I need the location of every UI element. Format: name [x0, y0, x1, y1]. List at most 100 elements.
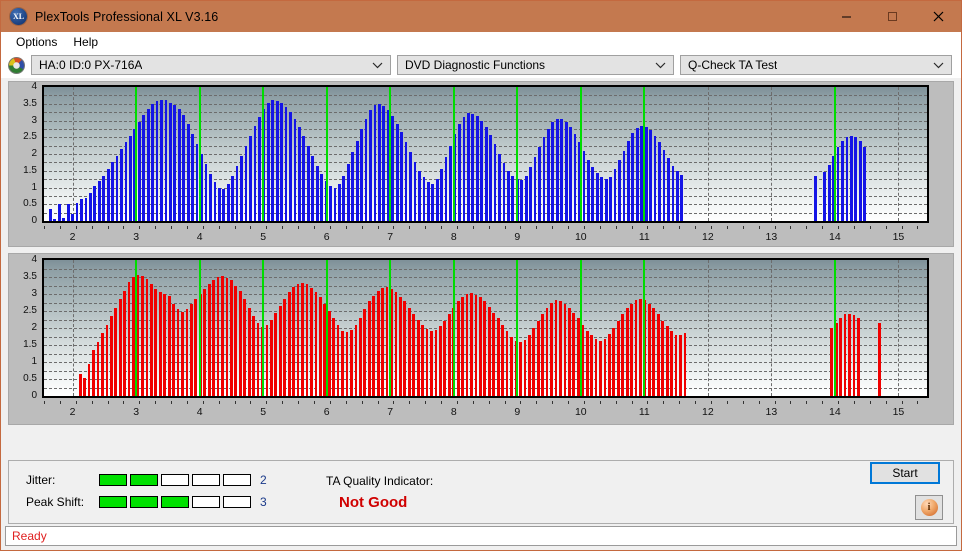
x-tick-mark: [663, 226, 665, 229]
x-tick-mark: [345, 226, 347, 229]
chart-bar: [338, 184, 341, 221]
test-select[interactable]: Q-Check TA Test: [680, 55, 952, 75]
drive-select[interactable]: HA:0 ID:0 PX-716A: [31, 55, 391, 75]
chart-bar: [590, 335, 593, 396]
x-tick-mark: [679, 226, 681, 229]
y-tick-label: 2.5: [23, 305, 37, 316]
jitter-value: 2: [260, 473, 267, 487]
chart-bar: [274, 312, 278, 396]
disc-icon: [8, 56, 25, 74]
chart-bar: [354, 324, 358, 396]
chart-bar: [225, 277, 229, 396]
menu-item-help[interactable]: Help: [65, 33, 106, 51]
x-tick-label: 12: [701, 406, 714, 418]
x-tick-label: 15: [892, 406, 905, 418]
peak-shift-meter: [99, 496, 251, 508]
info-icon: i: [920, 499, 938, 516]
chart-bar: [603, 338, 607, 396]
chart-bar: [498, 154, 501, 221]
chart-bar: [487, 306, 491, 396]
x-tick-mark: [504, 401, 506, 404]
speed-marker: [579, 260, 582, 396]
chart-bar: [431, 184, 435, 221]
x-tick-mark: [631, 401, 633, 404]
y-tick-label: 3: [31, 288, 37, 299]
chart-bar: [102, 175, 106, 221]
chart-bar: [235, 165, 239, 221]
chart-bar: [547, 128, 550, 221]
maximize-button[interactable]: [869, 1, 915, 32]
chart-bar: [652, 308, 656, 396]
minimize-button[interactable]: [823, 1, 869, 32]
chart-bar: [841, 140, 844, 221]
chart-bar: [345, 332, 349, 396]
chart-bar: [137, 122, 141, 221]
x-tick-mark: [59, 401, 61, 404]
grid-line: [72, 87, 74, 221]
chart-bar: [425, 328, 429, 396]
x-tick-label: 10: [574, 231, 587, 243]
x-tick-mark: [171, 226, 173, 229]
x-tick-mark: [298, 401, 300, 404]
x-tick-mark: [345, 401, 347, 404]
chart-bar: [266, 103, 270, 221]
chart-bar: [363, 309, 367, 396]
grid-line: [44, 103, 927, 105]
x-tick-mark: [583, 226, 585, 229]
chart-bar: [360, 128, 363, 221]
chart-bar: [630, 303, 633, 396]
grid-line: [44, 120, 927, 122]
function-select-value: DVD Diagnostic Functions: [405, 58, 546, 72]
chevron-down-icon: [372, 56, 383, 74]
chart-bar: [569, 127, 572, 221]
chart-bar: [520, 180, 524, 221]
chart-bar: [257, 117, 261, 221]
chart-bar: [545, 307, 549, 396]
peakshift-chart-y-axis: 0 0.5 1 1.5 2 2.5 3 3.5 4: [9, 255, 40, 401]
function-select[interactable]: DVD Diagnostic Functions: [397, 55, 674, 75]
start-button[interactable]: Start: [870, 462, 940, 484]
x-tick-mark: [107, 226, 109, 229]
chart-bar: [256, 322, 260, 396]
jitter-result-row: Jitter: 2: [26, 473, 267, 487]
chart-bar: [527, 334, 531, 396]
x-tick-label: 8: [450, 406, 457, 418]
chart-bar: [204, 164, 208, 221]
speed-marker: [262, 87, 265, 221]
chart-bar: [458, 123, 461, 221]
x-tick-mark: [536, 401, 538, 404]
chart-bar: [346, 164, 350, 221]
x-tick-label: 4: [196, 231, 203, 243]
x-tick-mark: [695, 401, 697, 404]
chart-bar: [160, 99, 163, 221]
x-tick-mark: [218, 401, 220, 404]
x-tick-mark: [822, 401, 824, 404]
x-tick-mark: [647, 401, 649, 404]
chart-bar: [572, 312, 576, 396]
chart-bar: [129, 135, 132, 221]
chart-bar: [830, 328, 834, 396]
info-button[interactable]: i: [915, 495, 943, 520]
chart-bar: [573, 133, 577, 221]
x-tick-mark: [75, 401, 77, 404]
chart-bar: [191, 133, 195, 221]
x-tick-mark: [838, 226, 840, 229]
x-tick-mark: [186, 226, 188, 229]
grid-line: [44, 112, 927, 114]
chart-bar: [296, 283, 300, 396]
speed-marker: [135, 260, 138, 396]
chart-bar: [466, 113, 470, 221]
speed-marker: [643, 87, 646, 221]
app-xl-icon: XL: [10, 8, 27, 25]
close-button[interactable]: [915, 1, 961, 32]
chart-bar: [679, 335, 682, 396]
chart-bar: [238, 291, 242, 396]
x-tick-mark: [806, 226, 808, 229]
chart-bar: [532, 328, 536, 396]
y-tick-label: 4: [31, 81, 37, 92]
menu-item-options[interactable]: Options: [8, 33, 65, 51]
x-tick-mark: [313, 226, 315, 229]
chart-bar: [181, 311, 184, 396]
grid-line: [898, 260, 900, 396]
y-tick-label: 2: [31, 148, 37, 159]
